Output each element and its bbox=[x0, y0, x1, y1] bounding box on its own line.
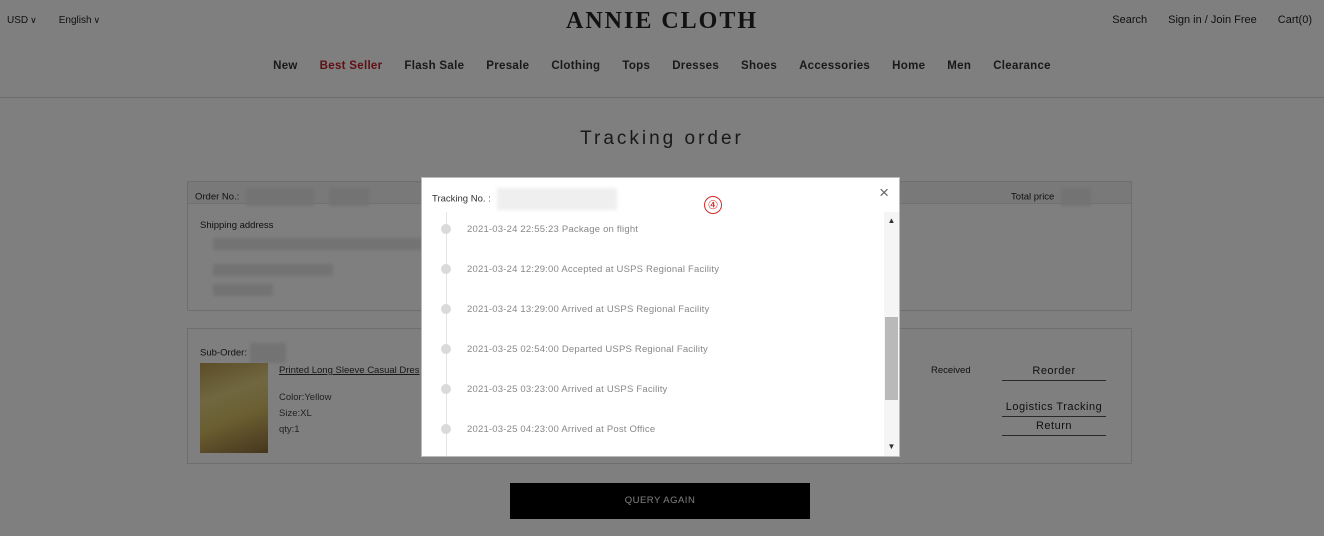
timeline-dot bbox=[441, 344, 451, 354]
timeline-event-text: 2021-03-24 12:29:00 Accepted at USPS Reg… bbox=[467, 263, 720, 275]
tracking-number-label: Tracking No. : bbox=[432, 193, 491, 205]
modal-scrollbar[interactable]: ▲ ▼ bbox=[884, 212, 899, 456]
timeline-event: 2021-03-24 12:29:00 Accepted at USPS Reg… bbox=[441, 262, 719, 276]
timeline-event-text: 2021-03-25 04:23:00 Arrived at Post Offi… bbox=[467, 423, 656, 435]
tracking-timeline: 2021-03-24 22:55:23 Package on flight 20… bbox=[422, 212, 882, 456]
timeline-event: 2021-03-25 04:23:00 Arrived at Post Offi… bbox=[441, 422, 655, 436]
timeline-event-text: 2021-03-24 13:29:00 Arrived at USPS Regi… bbox=[467, 303, 710, 315]
timeline-dot bbox=[441, 424, 451, 434]
tracking-modal: Tracking No. : ④ × 2021-03-24 22:55:23 P… bbox=[421, 177, 900, 457]
timeline-event-text: 2021-03-25 02:54:00 Departed USPS Region… bbox=[467, 343, 708, 355]
tracking-number: Tracking No. : bbox=[432, 188, 618, 210]
timeline-line bbox=[446, 212, 447, 456]
timeline-event: 2021-03-24 13:29:00 Arrived at USPS Regi… bbox=[441, 302, 709, 316]
timeline-event: 2021-03-25 03:23:00 Arrived at USPS Faci… bbox=[441, 382, 668, 396]
timeline-dot bbox=[441, 264, 451, 274]
tracking-number-value bbox=[497, 188, 618, 210]
timeline-event: 2021-03-24 22:55:23 Package on flight bbox=[441, 222, 638, 236]
scrollbar-thumb[interactable] bbox=[885, 317, 898, 400]
timeline-event: 2021-03-25 02:54:00 Departed USPS Region… bbox=[441, 342, 708, 356]
close-icon[interactable]: × bbox=[879, 183, 889, 203]
arrow-down-icon[interactable]: ▼ bbox=[884, 440, 899, 454]
timeline-dot bbox=[441, 384, 451, 394]
timeline-event-text: 2021-03-25 03:23:00 Arrived at USPS Faci… bbox=[467, 383, 668, 395]
timeline-event-text: 2021-03-24 22:55:23 Package on flight bbox=[467, 223, 639, 235]
timeline-dot bbox=[441, 224, 451, 234]
timeline-dot bbox=[441, 304, 451, 314]
arrow-up-icon[interactable]: ▲ bbox=[884, 214, 899, 228]
